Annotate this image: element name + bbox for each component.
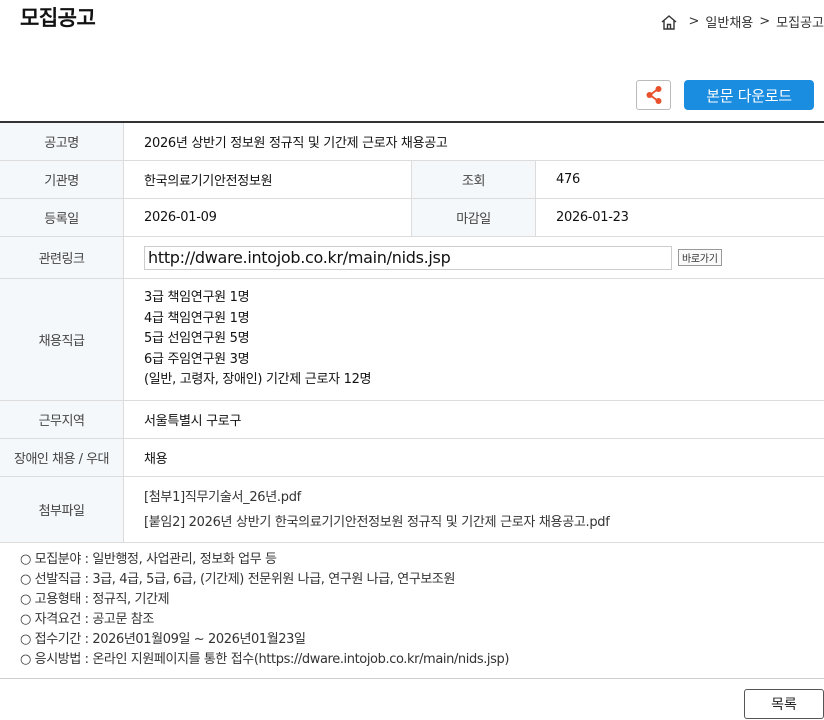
share-icon — [646, 86, 661, 104]
link-label: 관련링크 — [0, 237, 124, 278]
notice-line: ○ 자격요건 : 공고문 참조 — [20, 612, 154, 627]
link-cell: http://dware.intojob.co.kr/main/nids.jsp… — [124, 237, 824, 278]
breadcrumb-item[interactable]: 모집공고 — [776, 12, 824, 31]
grade-item: 4급 책임연구원 1명 — [144, 310, 250, 326]
org-value: 한국의료기기안전정보원 — [124, 161, 412, 198]
deadline-label: 마감일 — [412, 199, 536, 236]
table-row: 등록일 2026-01-09 마감일 2026-01-23 — [0, 199, 824, 237]
download-button[interactable]: 본문 다운로드 — [684, 80, 814, 110]
title-value: 2026년 상반기 정보원 정규직 및 기간제 근로자 채용공고 — [144, 136, 448, 151]
table-row: 기관명 한국의료기기안전정보원 조회 476 — [0, 161, 824, 199]
breadcrumb: > 일반채용 > 모집공고 — [660, 12, 824, 31]
grade-label: 채용직급 — [0, 279, 124, 400]
grade-item: (일반, 고령자, 장애인) 기간제 근로자 12명 — [144, 372, 372, 388]
reg-date-label: 등록일 — [0, 199, 124, 236]
notice-line: ○ 고용형태 : 정규직, 기간제 — [20, 592, 170, 607]
grade-list: 3급 책임연구원 1명 4급 책임연구원 1명 5급 선임연구원 5명 6급 주… — [124, 279, 824, 400]
list-button[interactable]: 목록 — [744, 689, 824, 719]
page-title: 모집공고 — [20, 6, 96, 30]
divider — [0, 678, 824, 679]
related-link-field[interactable]: http://dware.intojob.co.kr/main/nids.jsp — [144, 245, 672, 270]
share-button[interactable] — [636, 80, 671, 110]
title-label: 공고명 — [0, 123, 124, 160]
region-label: 근무지역 — [0, 401, 124, 438]
notice-line: ○ 응시방법 : 온라인 지원페이지를 통한 접수(https://dware.… — [20, 652, 510, 667]
grade-item: 6급 주임연구원 3명 — [144, 351, 250, 367]
disabled-hiring-label: 장애인 채용 / 우대 — [0, 439, 124, 476]
region-value: 서울특별시 구로구 — [144, 414, 242, 429]
breadcrumb-separator: > — [759, 14, 771, 29]
attachment-link[interactable]: [붙임2] 2026년 상반기 한국의료기기안전정보원 정규직 및 기간제 근로… — [144, 510, 610, 535]
table-row: 공고명 2026년 상반기 정보원 정규직 및 기간제 근로자 채용공고 — [0, 123, 824, 161]
org-label: 기관명 — [0, 161, 124, 198]
notice-line: ○ 선발직급 : 3급, 4급, 5급, 6급, (기간제) 전문위원 나급, … — [20, 572, 456, 587]
table-row: 채용직급 3급 책임연구원 1명 4급 책임연구원 1명 5급 선임연구원 5명… — [0, 279, 824, 401]
notice-line: ○ 접수기간 : 2026년01월09일 ~ 2026년01월23일 — [20, 632, 306, 647]
breadcrumb-item[interactable]: 일반채용 — [705, 12, 753, 31]
grade-item: 5급 선임연구원 5명 — [144, 331, 250, 347]
go-link-button[interactable]: 바로가기 — [678, 249, 722, 266]
info-table: 공고명 2026년 상반기 정보원 정규직 및 기간제 근로자 채용공고 기관명… — [0, 121, 824, 543]
views-value: 476 — [556, 172, 580, 187]
reg-date-value: 2026-01-09 — [124, 199, 412, 236]
attachment-list: [첨부1]직무기술서_26년.pdf [붙임2] 2026년 상반기 한국의료기… — [124, 477, 824, 542]
notice-body: ○ 모집분야 : 일반행정, 사업관리, 정보화 업무 등 ○ 선발직급 : 3… — [20, 550, 509, 670]
deadline-value: 2026-01-23 — [556, 210, 629, 225]
attachment-link[interactable]: [첨부1]직무기술서_26년.pdf — [144, 485, 301, 510]
disabled-hiring-value: 채용 — [144, 452, 168, 467]
table-row: 관련링크 http://dware.intojob.co.kr/main/nid… — [0, 237, 824, 279]
notice-line: ○ 모집분야 : 일반행정, 사업관리, 정보화 업무 등 — [20, 552, 277, 567]
table-row: 장애인 채용 / 우대 채용 — [0, 439, 824, 477]
grade-item: 3급 책임연구원 1명 — [144, 290, 250, 306]
breadcrumb-separator: > — [688, 14, 700, 29]
views-label: 조회 — [412, 161, 536, 198]
home-icon[interactable] — [660, 14, 678, 30]
table-row: 첨부파일 [첨부1]직무기술서_26년.pdf [붙임2] 2026년 상반기 … — [0, 477, 824, 543]
table-row: 근무지역 서울특별시 구로구 — [0, 401, 824, 439]
attachment-label: 첨부파일 — [0, 477, 124, 542]
